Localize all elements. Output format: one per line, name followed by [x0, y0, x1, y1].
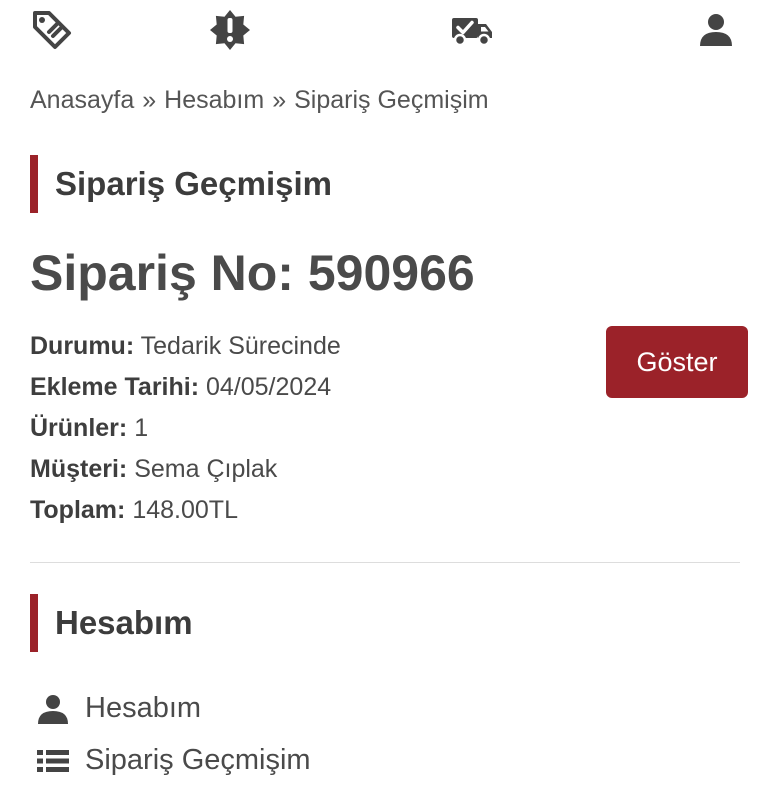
menu-item-account[interactable]: Hesabım [36, 682, 311, 734]
field-value: 04/05/2024 [206, 373, 332, 401]
order-details: Durumu: Tedarik Sürecinde Ekleme Tarihi:… [30, 326, 341, 531]
account-section-title: Hesabım [30, 594, 193, 652]
user-icon[interactable] [694, 8, 738, 52]
field-label: Ekleme Tarihi: [30, 373, 200, 401]
field-label: Durumu: [30, 332, 135, 360]
field-value: Sema Çıplak [134, 455, 278, 483]
user-icon [36, 692, 70, 726]
field-label: Müşteri: [30, 455, 128, 483]
list-icon [36, 744, 70, 778]
field-value: 1 [134, 414, 149, 442]
show-order-button[interactable]: Göster [606, 326, 748, 398]
breadcrumb: Anasayfa» Hesabım» Sipariş Geçmişim [30, 86, 489, 115]
breadcrumb-account[interactable]: Hesabım [164, 86, 264, 114]
breadcrumb-home[interactable]: Anasayfa [30, 86, 134, 114]
breadcrumb-separator: » [142, 86, 157, 114]
tag-icon[interactable] [30, 8, 74, 52]
page-title: Sipariş Geçmişim [30, 155, 332, 213]
order-total-row: Toplam: 148.00TL [30, 490, 341, 531]
field-label: Toplam: [30, 496, 126, 524]
order-number: Sipariş No: 590966 [30, 244, 475, 302]
breadcrumb-order-history[interactable]: Sipariş Geçmişim [294, 86, 488, 114]
account-menu: Hesabım Sipariş Geçmişim [36, 682, 311, 786]
menu-item-label: Hesabım [85, 692, 202, 724]
top-icon-bar [0, 0, 768, 60]
delivery-truck-icon[interactable] [450, 8, 494, 52]
breadcrumb-separator: » [272, 86, 287, 114]
order-date-row: Ekleme Tarihi: 04/05/2024 [30, 367, 341, 408]
order-number-label: Sipariş No: [30, 245, 294, 301]
order-customer-row: Müşteri: Sema Çıplak [30, 449, 341, 490]
order-status-row: Durumu: Tedarik Sürecinde [30, 326, 341, 367]
field-value: 148.00TL [132, 496, 238, 524]
menu-item-label: Sipariş Geçmişim [85, 744, 311, 776]
divider [30, 562, 740, 563]
field-value: Tedarik Sürecinde [140, 332, 341, 360]
order-products-row: Ürünler: 1 [30, 408, 341, 449]
alert-badge-icon[interactable] [208, 8, 252, 52]
field-label: Ürünler: [30, 414, 128, 442]
menu-item-order-history[interactable]: Sipariş Geçmişim [36, 734, 311, 786]
order-number-value: 590966 [307, 245, 475, 301]
